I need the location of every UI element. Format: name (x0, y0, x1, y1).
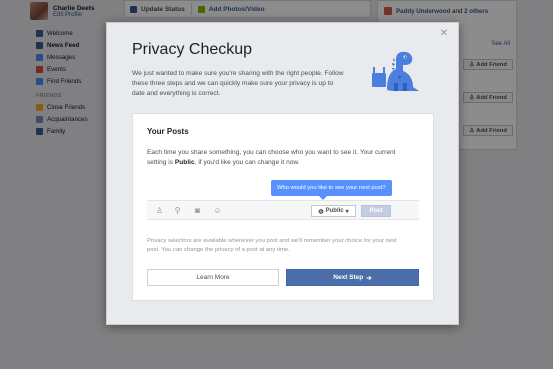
tag-people-icon: ♙ (155, 206, 164, 215)
arrow-right-icon: ➔ (366, 274, 372, 282)
privacy-checkup-dialog: ✕ Privacy Checkup We just wanted to make… (106, 22, 459, 325)
card-title: Your Posts (147, 127, 189, 136)
camera-icon: ◙ (195, 206, 200, 215)
description-text-end: , if you'd like you can change it now. (194, 159, 300, 166)
your-posts-card: Your Posts Each time you share something… (132, 113, 434, 301)
privacy-note: Privacy selectors are available whenever… (147, 238, 397, 253)
current-setting: Public (174, 159, 195, 166)
post-button[interactable]: Post (361, 205, 391, 217)
location-pin-icon: ⚲ (174, 206, 181, 215)
close-icon[interactable]: ✕ (440, 28, 448, 39)
dialog-intro: We just wanted to make sure you're shari… (132, 70, 344, 97)
privacy-selector-label: Public (325, 208, 344, 214)
sample-post-bar: ♙ ⚲ ◙ ☺ ◍ Public ▾ Post (147, 200, 419, 220)
privacy-dinosaur-icon (372, 51, 419, 91)
privacy-tooltip: Who would you like to see your next post… (271, 180, 392, 200)
next-step-label: Next Step (333, 274, 364, 281)
privacy-selector[interactable]: ◍ Public ▾ (311, 205, 356, 217)
smiley-icon: ☺ (213, 206, 222, 215)
chevron-down-icon: ▾ (345, 208, 349, 215)
dialog-title: Privacy Checkup (132, 41, 253, 58)
learn-more-button[interactable]: Learn More (147, 269, 279, 286)
card-description: Each time you share something, you can c… (147, 148, 409, 168)
next-step-button[interactable]: Next Step ➔ (286, 269, 419, 286)
globe-icon: ◍ (318, 208, 324, 215)
